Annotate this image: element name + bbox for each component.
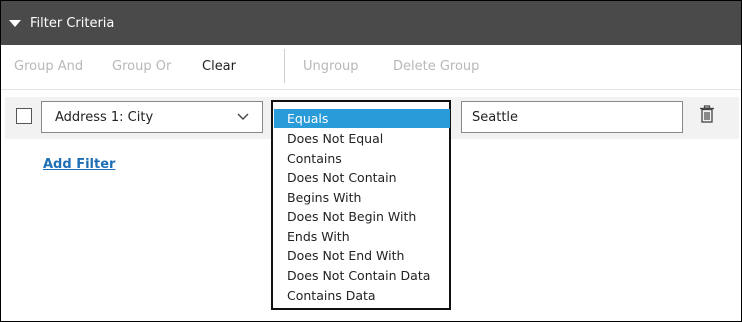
operator-option-ends-with[interactable]: Ends With [274,227,450,246]
delete-group-button[interactable]: Delete Group [393,59,479,74]
group-and-button[interactable]: Group And [14,59,83,74]
filter-criteria-panel: Filter Criteria Group And Group Or Clear… [0,0,742,322]
trash-icon[interactable] [699,105,715,123]
operator-dropdown-list[interactable]: Equals Does Not Equal Contains Does Not … [271,100,451,310]
operator-option-does-not-contain[interactable]: Does Not Contain [274,168,450,187]
operator-option-does-not-contain-data[interactable]: Does Not Contain Data [274,266,450,285]
add-filter-link[interactable]: Add Filter [43,157,115,172]
value-input-text: Seattle [472,110,519,125]
panel-title: Filter Criteria [30,15,115,31]
row-select-checkbox[interactable] [16,108,32,124]
operator-option-equals[interactable]: Equals [274,109,450,128]
field-select-value: Address 1: City [55,110,154,125]
operator-option-does-not-begin-with[interactable]: Does Not Begin With [274,207,450,226]
panel-header[interactable]: Filter Criteria [1,1,741,45]
operator-option-contains-data[interactable]: Contains Data [274,286,450,305]
filter-toolbar: Group And Group Or Clear Ungroup Delete … [1,45,741,90]
operator-option-begins-with[interactable]: Begins With [274,188,450,207]
clear-button[interactable]: Clear [202,59,236,74]
toolbar-divider [284,49,285,83]
group-or-button[interactable]: Group Or [112,59,171,74]
operator-option-does-not-equal[interactable]: Does Not Equal [274,129,450,148]
field-select[interactable]: Address 1: City [41,101,263,133]
value-input[interactable]: Seattle [461,101,683,133]
operator-option-does-not-end-with[interactable]: Does Not End With [274,246,450,265]
operator-option-contains[interactable]: Contains [274,149,450,168]
collapse-triangle-icon[interactable] [9,19,21,27]
ungroup-button[interactable]: Ungroup [303,59,359,74]
chevron-down-icon [237,113,249,120]
